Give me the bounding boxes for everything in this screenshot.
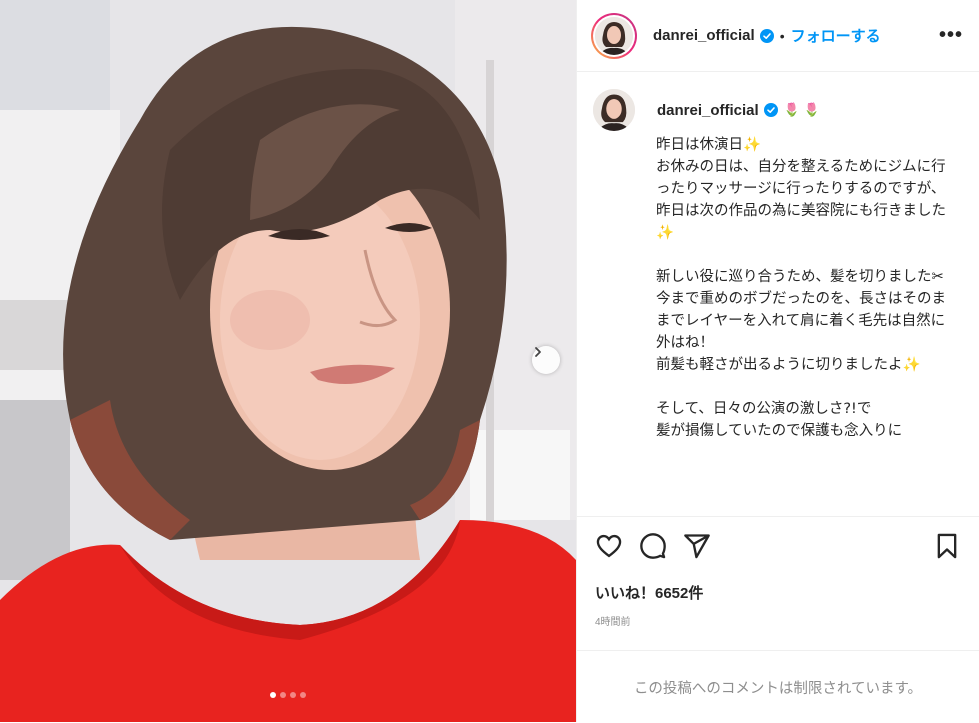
- separator-dot: •: [779, 27, 785, 44]
- verified-badge-icon: [763, 103, 778, 117]
- caption-text: 昨日は休演日✨ お休みの日は、自分を整えるためにジムに行ったりマッサージに行った…: [656, 137, 946, 439]
- bookmark-icon[interactable]: [933, 532, 961, 565]
- comment-restricted-text: この投稿へのコメントは制限されています。: [633, 680, 923, 697]
- comment-restricted-notice: この投稿へのコメントは制限されています。: [577, 650, 979, 723]
- carousel-dot: [300, 692, 306, 698]
- like-count[interactable]: いいね！6652件: [595, 582, 703, 603]
- caption-avatar[interactable]: [591, 87, 637, 133]
- avatar-image: [595, 16, 633, 55]
- username-link[interactable]: danrei_official: [653, 27, 755, 44]
- share-icon[interactable]: [683, 532, 711, 565]
- avatar-image: [593, 89, 635, 131]
- chevron-right-icon: [535, 347, 541, 357]
- timestamp[interactable]: 4時間前: [595, 613, 631, 628]
- caption-username-link[interactable]: danrei_official: [657, 102, 759, 119]
- carousel-next-button[interactable]: [532, 346, 560, 374]
- avatar[interactable]: [591, 12, 637, 59]
- carousel-dot-active: [270, 692, 276, 698]
- verified-badge-icon: [759, 28, 774, 43]
- post-photo[interactable]: [0, 0, 576, 722]
- carousel-dot: [280, 692, 286, 698]
- carousel-dot: [290, 692, 296, 698]
- follow-button[interactable]: フォローする: [791, 25, 881, 46]
- post-panel: danrei_official • フォローする ••• danrei_offi…: [576, 0, 979, 722]
- more-icon[interactable]: •••: [939, 24, 963, 47]
- heart-icon[interactable]: [595, 532, 623, 565]
- selfie-image: [0, 0, 576, 722]
- caption-section: danrei_official 🌷 🌷 昨日は休演日✨ お休みの日は、自分を整え…: [577, 73, 979, 517]
- carousel-indicator: [0, 692, 576, 698]
- comment-icon[interactable]: [639, 532, 667, 565]
- post-header: danrei_official • フォローする •••: [577, 0, 979, 72]
- action-bar: [577, 530, 979, 566]
- tulip-emoji: 🌷 🌷: [783, 102, 820, 117]
